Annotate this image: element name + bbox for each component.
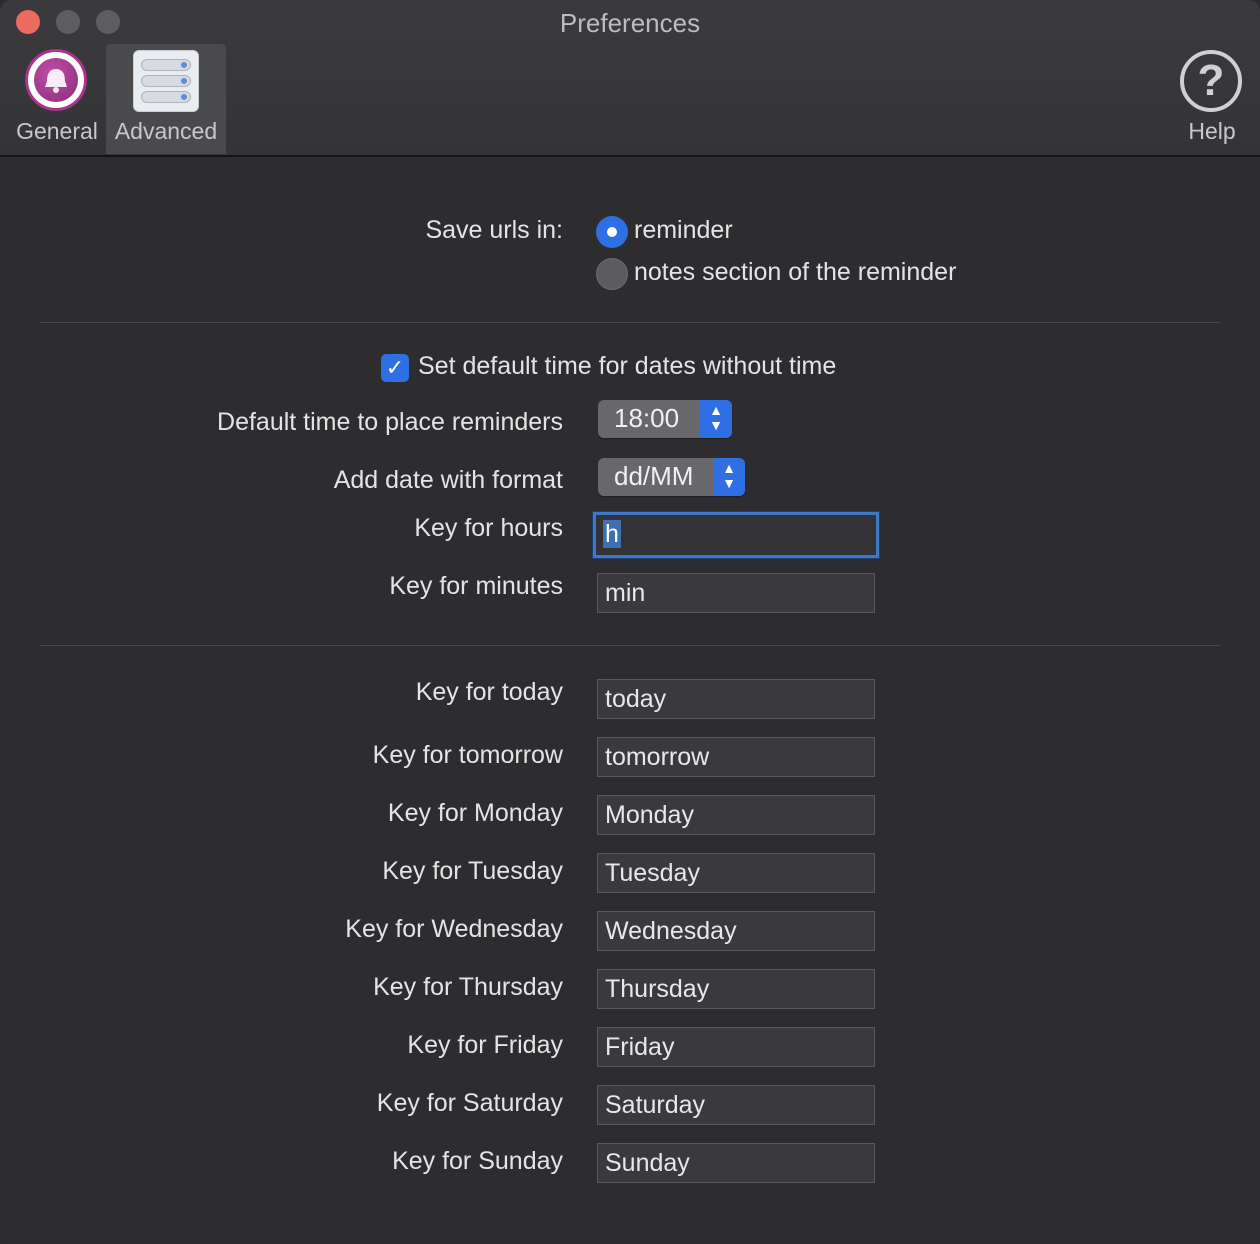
divider (40, 322, 1220, 323)
key-hours-label: Key for hours (414, 514, 563, 542)
key-sunday-input[interactable]: Sunday (597, 1143, 875, 1183)
date-format-select[interactable]: dd/MM ▲ ▼ (598, 458, 745, 496)
tab-advanced[interactable]: Advanced (106, 44, 226, 154)
key-saturday-label: Key for Saturday (376, 1089, 563, 1117)
radio-notes-section[interactable] (596, 258, 628, 290)
tab-advanced-label: Advanced (114, 118, 218, 144)
window-title: Preferences (559, 8, 701, 38)
key-monday-label: Key for Monday (387, 799, 563, 827)
default-time-value: 18:00 (614, 403, 680, 433)
save-urls-label: Save urls in: (425, 216, 563, 244)
key-tomorrow-label: Key for tomorrow (372, 741, 563, 769)
sliders-icon (133, 50, 199, 112)
default-time-label: Default time to place reminders (217, 408, 563, 436)
key-hours-input[interactable]: h (593, 512, 879, 558)
default-time-checkbox-label: Set default time for dates without time (418, 352, 837, 380)
key-tuesday-input[interactable]: Tuesday (597, 853, 875, 893)
help-label: Help (1188, 118, 1236, 144)
key-wednesday-label: Key for Wednesday (345, 915, 563, 943)
key-hours-value: h (603, 520, 621, 548)
radio-notes-section-label: notes section of the reminder (634, 258, 957, 286)
radio-reminder-label: reminder (634, 216, 733, 244)
key-thursday-label: Key for Thursday (373, 973, 563, 1001)
question-circle-icon: ? (1180, 50, 1242, 112)
key-sunday-label: Key for Sunday (392, 1147, 563, 1175)
preferences-window: Preferences General Advanced ? Help Save… (0, 0, 1260, 1244)
key-saturday-input[interactable]: Saturday (597, 1085, 875, 1125)
divider (40, 645, 1220, 646)
key-tomorrow-input[interactable]: tomorrow (597, 737, 875, 777)
key-friday-input[interactable]: Friday (597, 1027, 875, 1067)
select-arrows-icon[interactable]: ▲ ▼ (713, 458, 745, 496)
key-minutes-label: Key for minutes (389, 572, 563, 600)
stepper-arrows-icon[interactable]: ▲ ▼ (700, 400, 732, 438)
bell-icon (25, 49, 87, 111)
radio-reminder[interactable] (596, 216, 628, 248)
toolbar: Preferences General Advanced ? Help (0, 0, 1260, 157)
key-thursday-input[interactable]: Thursday (597, 969, 875, 1009)
key-friday-label: Key for Friday (407, 1031, 563, 1059)
key-today-input[interactable]: today (597, 679, 875, 719)
default-time-checkbox[interactable]: ✓ (381, 354, 409, 382)
key-today-label: Key for today (415, 678, 563, 706)
key-tuesday-label: Key for Tuesday (382, 857, 563, 885)
help-button[interactable]: ? Help (1168, 44, 1256, 154)
date-format-label: Add date with format (333, 466, 563, 494)
key-monday-input[interactable]: Monday (597, 795, 875, 835)
default-time-stepper[interactable]: 18:00 ▲ ▼ (598, 400, 732, 438)
key-minutes-input[interactable]: min (597, 573, 875, 613)
key-wednesday-input[interactable]: Wednesday (597, 911, 875, 951)
date-format-value: dd/MM (614, 461, 694, 491)
tab-general-label: General (16, 118, 98, 144)
tab-general[interactable]: General (10, 44, 104, 154)
